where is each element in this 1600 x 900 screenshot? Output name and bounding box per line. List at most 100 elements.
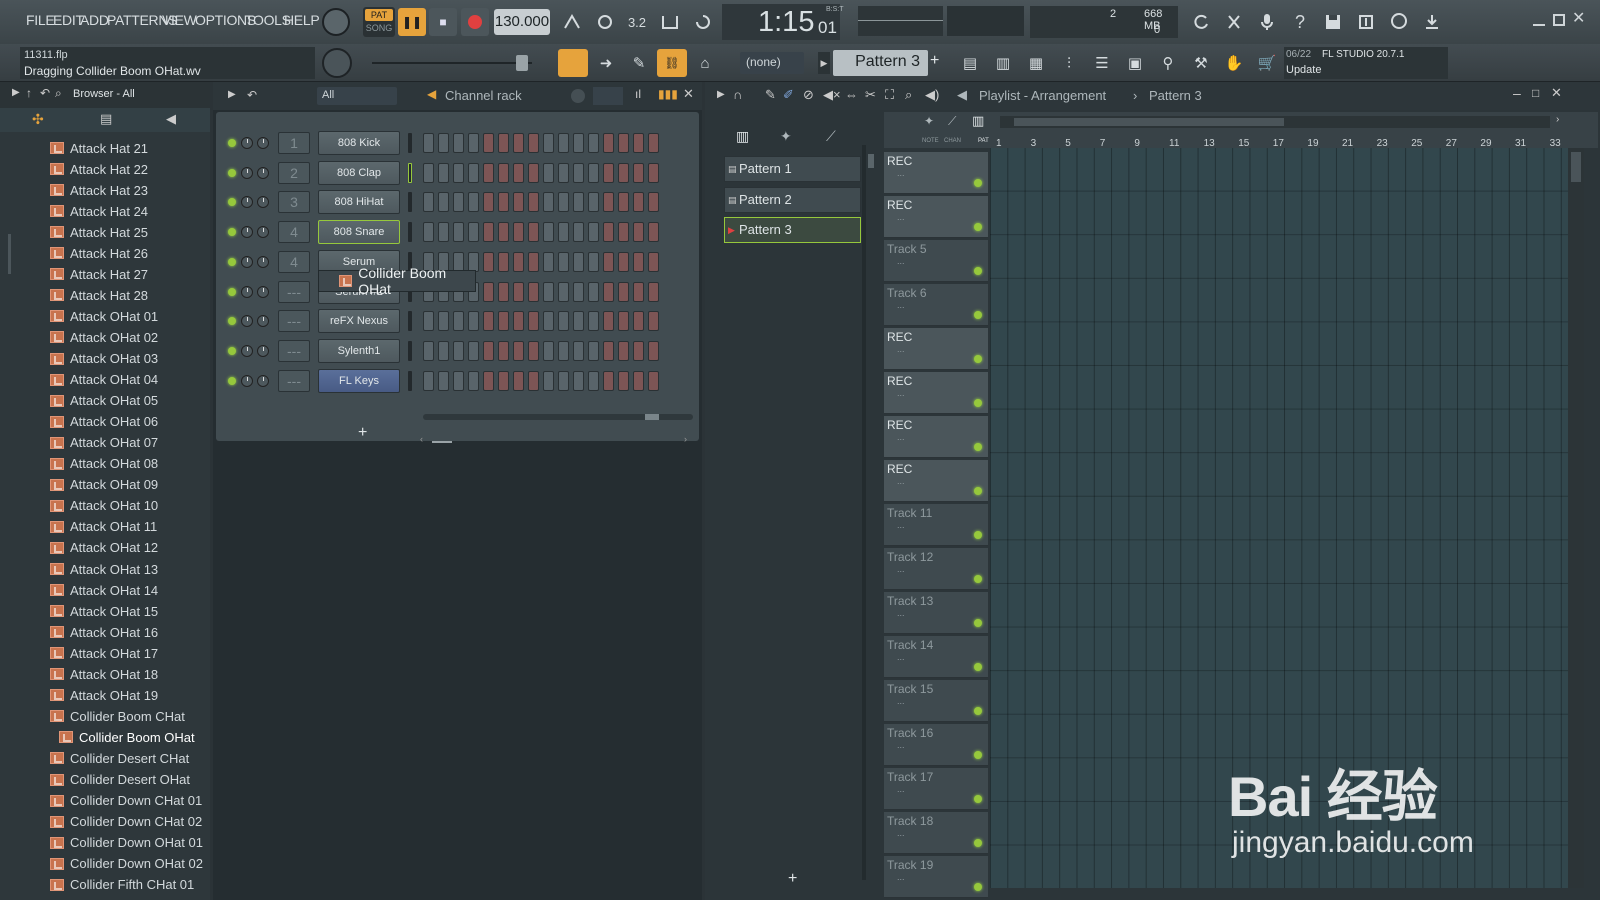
step-button[interactable] bbox=[513, 133, 524, 153]
step-button[interactable] bbox=[543, 162, 554, 183]
step-button[interactable] bbox=[618, 222, 629, 243]
track-header[interactable]: Track 5... bbox=[884, 240, 988, 282]
bell-icon[interactable]: ⌂ bbox=[690, 48, 720, 78]
browser-item[interactable]: Attack OHat 03 bbox=[50, 349, 210, 369]
step-button[interactable] bbox=[438, 340, 449, 361]
step-button[interactable] bbox=[528, 311, 539, 332]
track-header[interactable]: Track 19... bbox=[884, 856, 988, 898]
browser-item[interactable]: Collider Desert OHat bbox=[50, 770, 210, 790]
channel-mute-led[interactable] bbox=[228, 228, 236, 237]
browser-item[interactable]: Attack Hat 25 bbox=[50, 222, 210, 242]
step-button[interactable] bbox=[423, 192, 434, 213]
browser-item[interactable]: Attack OHat 14 bbox=[50, 580, 210, 600]
browser-up-icon[interactable]: ↑ bbox=[26, 86, 32, 100]
curve-icon[interactable]: ⟋ bbox=[948, 114, 956, 129]
channel-mute-led[interactable] bbox=[228, 257, 236, 266]
step-button[interactable] bbox=[618, 370, 629, 391]
step-button[interactable] bbox=[603, 162, 614, 183]
step-button[interactable] bbox=[648, 162, 659, 183]
step-button[interactable] bbox=[543, 340, 554, 361]
track-header[interactable]: REC... bbox=[884, 416, 988, 458]
track-enable-led[interactable] bbox=[974, 531, 982, 539]
select-icon[interactable]: ⛶ bbox=[885, 87, 894, 103]
save-icon[interactable] bbox=[1318, 7, 1348, 37]
browser-item[interactable]: Attack Hat 27 bbox=[50, 264, 210, 284]
step-button[interactable] bbox=[513, 162, 524, 183]
step-button[interactable] bbox=[633, 281, 644, 302]
cart-icon[interactable]: 🛒 bbox=[1252, 48, 1282, 78]
pencil-icon[interactable]: ✎ bbox=[765, 87, 776, 103]
step-button[interactable] bbox=[618, 311, 629, 332]
files-icon[interactable]: ▣ bbox=[1120, 48, 1150, 78]
step-button[interactable] bbox=[618, 192, 629, 213]
step-button[interactable] bbox=[573, 340, 584, 361]
step-button[interactable] bbox=[453, 311, 464, 332]
browser-item[interactable]: Collider Down CHat 01 bbox=[50, 791, 210, 811]
channel-select-indicator[interactable] bbox=[408, 370, 412, 391]
step-button[interactable] bbox=[573, 222, 584, 243]
piano-roll-button[interactable] bbox=[558, 49, 588, 77]
track-header[interactable]: Track 16... bbox=[884, 724, 988, 766]
channel-mixer-track[interactable]: --- bbox=[278, 310, 310, 333]
zoom-icon[interactable]: ⌕ bbox=[905, 87, 912, 103]
picker-automation-tab-icon[interactable]: ⟋ bbox=[826, 128, 836, 145]
step-button[interactable] bbox=[588, 192, 599, 213]
channel-pan-knob[interactable] bbox=[241, 255, 253, 268]
step-button[interactable] bbox=[633, 222, 644, 243]
channel-select-indicator[interactable] bbox=[408, 162, 412, 183]
step-button[interactable] bbox=[648, 222, 659, 243]
brush-icon[interactable]: ✎ bbox=[624, 48, 654, 78]
channel-name-button[interactable]: Sylenth1 bbox=[318, 338, 400, 363]
scroll-right-arrow[interactable]: › bbox=[1556, 114, 1559, 125]
track-enable-led[interactable] bbox=[974, 399, 982, 407]
step-button[interactable] bbox=[483, 133, 494, 153]
master-slider-track[interactable] bbox=[372, 62, 532, 64]
pat-song-switch[interactable]: PAT SONG bbox=[363, 7, 395, 37]
step-button[interactable] bbox=[483, 281, 494, 302]
step-button[interactable] bbox=[468, 192, 479, 213]
rack-scrollbar[interactable] bbox=[423, 414, 693, 420]
metronome-icon[interactable] bbox=[557, 7, 587, 37]
step-button[interactable] bbox=[498, 340, 509, 361]
step-button[interactable] bbox=[483, 222, 494, 243]
browser-item[interactable]: Collider Fifth CHat 01 bbox=[50, 875, 210, 895]
step-button[interactable] bbox=[423, 311, 434, 332]
channel-name-button[interactable]: 808 Kick bbox=[318, 131, 400, 155]
channel-volume-knob[interactable] bbox=[257, 344, 269, 357]
channel-row[interactable]: --- Sylenth1 bbox=[216, 338, 699, 363]
step-button[interactable] bbox=[558, 133, 569, 153]
step-edit-icon[interactable] bbox=[655, 7, 685, 37]
tempo-display[interactable]: 130.000 bbox=[494, 9, 550, 35]
rack-steps-box[interactable] bbox=[593, 87, 623, 105]
channel-pan-knob[interactable] bbox=[241, 344, 253, 357]
vertical-scrollbar[interactable] bbox=[1568, 148, 1584, 888]
step-button[interactable] bbox=[468, 133, 479, 153]
playback-icon[interactable]: ◀) bbox=[925, 87, 939, 103]
browser-item[interactable]: Attack Hat 26 bbox=[50, 243, 210, 263]
step-button[interactable] bbox=[423, 340, 434, 361]
browser-item[interactable]: Collider Boom CHat bbox=[50, 706, 210, 726]
step-button[interactable] bbox=[423, 162, 434, 183]
step-button[interactable] bbox=[573, 133, 584, 153]
channel-mute-led[interactable] bbox=[228, 168, 236, 177]
step-button[interactable] bbox=[423, 370, 434, 391]
step-button[interactable] bbox=[513, 192, 524, 213]
mixer-icon[interactable]: ⫶ bbox=[1054, 48, 1084, 78]
channel-pan-knob[interactable] bbox=[241, 196, 253, 209]
step-button[interactable] bbox=[558, 370, 569, 391]
channel-mixer-track[interactable]: --- bbox=[278, 280, 310, 303]
step-button[interactable] bbox=[498, 370, 509, 391]
step-button[interactable] bbox=[603, 340, 614, 361]
step-button[interactable] bbox=[588, 340, 599, 361]
browser-item[interactable]: Attack OHat 08 bbox=[50, 454, 210, 474]
plugin-icon[interactable]: ⚲ bbox=[1153, 48, 1183, 78]
track-enable-led[interactable] bbox=[974, 663, 982, 671]
channel-row[interactable]: 4 808 Snare bbox=[216, 220, 699, 245]
step-button[interactable] bbox=[453, 162, 464, 183]
step-button[interactable] bbox=[498, 222, 509, 243]
channel-name-button[interactable]: FL Keys bbox=[318, 368, 400, 393]
step-button[interactable] bbox=[573, 192, 584, 213]
browser-item[interactable]: Attack OHat 11 bbox=[50, 517, 210, 537]
channel-mute-led[interactable] bbox=[228, 287, 236, 296]
browser-item[interactable]: Attack OHat 10 bbox=[50, 496, 210, 516]
